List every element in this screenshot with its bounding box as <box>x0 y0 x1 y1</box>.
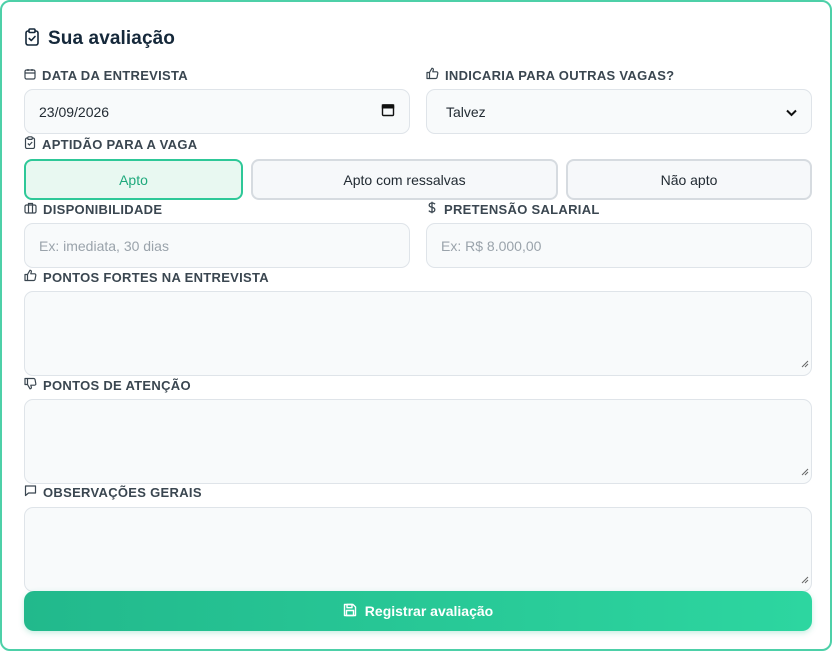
thumbs-up-icon <box>24 269 37 285</box>
form-title: Sua avaliação <box>48 28 175 49</box>
fitness-option-apto-com-ressalvas[interactable]: Apto com ressalvas <box>251 159 558 200</box>
save-icon <box>343 603 357 620</box>
thumbs-up-icon <box>426 67 439 83</box>
availability-input[interactable]: Ex: imediata, 30 dias <box>24 223 410 268</box>
chevron-down-icon <box>786 104 797 120</box>
recommend-select[interactable]: Talvez <box>426 89 812 134</box>
strengths-label: PONTOS FORTES NA ENTREVISTA <box>24 269 269 285</box>
submit-evaluation-button[interactable]: Registrar avaliação <box>24 591 812 631</box>
resize-handle-icon[interactable] <box>801 355 809 373</box>
resize-handle-icon[interactable] <box>801 463 809 481</box>
resize-handle-icon[interactable] <box>801 571 809 589</box>
evaluation-card: Sua avaliação DATA DA ENTREVISTA 23/09/2… <box>0 0 832 651</box>
interview-date-label: DATA DA ENTREVISTA <box>24 67 188 83</box>
recommend-label: INDICARIA PARA OUTRAS VAGAS? <box>426 67 674 83</box>
salary-input[interactable]: Ex: R$ 8.000,00 <box>426 223 812 268</box>
interview-date-input[interactable]: 23/09/2026 <box>24 89 410 134</box>
briefcase-icon <box>24 202 37 217</box>
concerns-textarea[interactable] <box>24 399 812 484</box>
clipboard-check-icon <box>24 136 36 152</box>
notes-textarea[interactable] <box>24 507 812 592</box>
salary-label: PRETENSÃO SALARIAL <box>426 201 600 217</box>
clipboard-check-icon <box>24 27 40 51</box>
notes-label: OBSERVAÇÕES GERAIS <box>24 484 202 500</box>
calendar-icon <box>24 68 36 83</box>
calendar-picker-icon[interactable] <box>381 103 395 120</box>
concerns-label: PONTOS DE ATENÇÃO <box>24 377 191 393</box>
fitness-option-nao-apto[interactable]: Não apto <box>566 159 812 200</box>
message-icon <box>24 484 37 500</box>
thumbs-down-icon <box>24 377 37 393</box>
availability-label: DISPONIBILIDADE <box>24 201 162 217</box>
fitness-option-apto[interactable]: Apto <box>24 159 243 200</box>
form-header: Sua avaliação <box>24 27 175 51</box>
fitness-label: APTIDÃO PARA A VAGA <box>24 136 197 152</box>
dollar-icon <box>426 201 438 217</box>
strengths-textarea[interactable] <box>24 291 812 376</box>
